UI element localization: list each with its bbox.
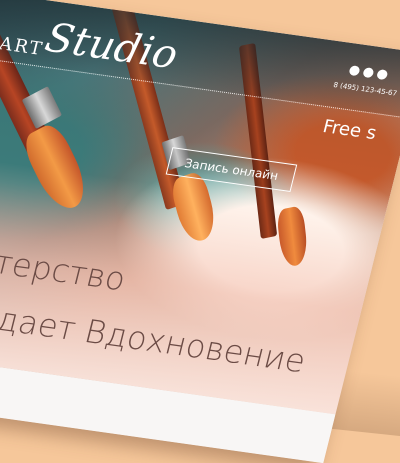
social-icon[interactable] bbox=[348, 65, 361, 77]
social-icon[interactable] bbox=[362, 67, 375, 79]
paintbrush-bristles bbox=[19, 119, 94, 217]
paintbrush-bristles bbox=[276, 205, 310, 269]
printed-page: ARTStudio 8 (495) 123-45-67 Free s Запис… bbox=[0, 0, 400, 463]
